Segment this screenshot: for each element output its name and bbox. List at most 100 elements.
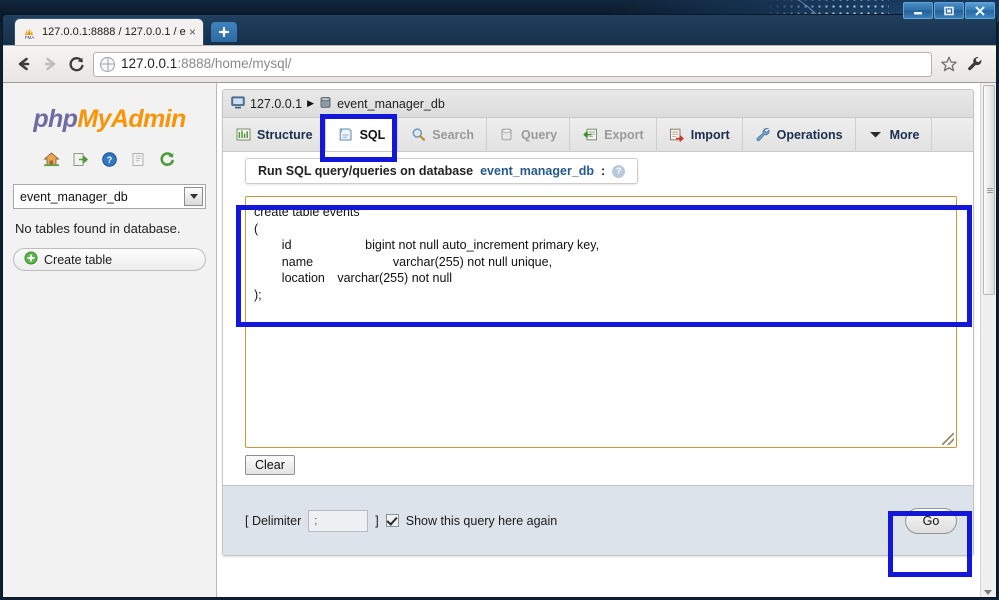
tabs-filler [932, 118, 973, 151]
phpmyadmin-favicon-icon: PMA [22, 25, 37, 40]
bookmark-button[interactable] [936, 51, 962, 77]
import-icon [669, 127, 685, 143]
reload-icon[interactable] [159, 150, 177, 168]
create-table-button[interactable]: Create table [13, 248, 206, 271]
page-scrollbar[interactable] [980, 83, 996, 597]
breadcrumb-server[interactable]: 127.0.0.1 [250, 97, 302, 111]
logo-php: php [33, 105, 78, 133]
search-icon [410, 127, 426, 143]
reload-icon [68, 56, 84, 71]
sql-textarea-wrap: create table events ( id bigint not null… [223, 192, 973, 448]
tab-query-label: Query [520, 127, 558, 142]
logo-admin: Admin [110, 105, 186, 133]
tab-more[interactable]: More [856, 118, 933, 151]
no-tables-message: No tables found in database. [15, 221, 181, 236]
close-button[interactable] [965, 2, 995, 19]
add-circle-icon [24, 251, 38, 268]
reload-button[interactable] [63, 51, 89, 77]
tab-sql[interactable]: SQL [325, 118, 399, 151]
browser-tab-close-icon[interactable]: × [186, 26, 199, 39]
tab-import[interactable]: Import [657, 118, 743, 151]
breadcrumb: 127.0.0.1 ▶ event_manager_db [223, 90, 973, 118]
query-footer-bar: [ Delimiter ] Show this query here again… [223, 485, 973, 555]
wrench-icon [968, 57, 982, 71]
sql-query-text: create table events ( id bigint not null… [254, 205, 600, 302]
browser-tabstrip: PMA 127.0.0.1:8888 / 127.0.0.1 / e × [3, 15, 996, 45]
show-query-label: Show this query here again [405, 513, 558, 528]
new-tab-button[interactable] [211, 22, 237, 42]
maximize-button[interactable] [934, 2, 964, 19]
clear-button-row: Clear [223, 448, 973, 485]
page-viewport: phpMyAdmin ? event_manager_db No tables … [3, 83, 996, 597]
database-icon [319, 96, 332, 112]
tab-more-label: More [889, 127, 920, 142]
chevron-down-icon [868, 127, 884, 143]
tab-operations[interactable]: Operations [743, 118, 856, 151]
documentation-icon[interactable] [130, 150, 148, 168]
operations-icon [755, 127, 771, 143]
tab-search-label: Search [432, 127, 474, 142]
run-query-header-prefix: Run SQL query/queries on database [258, 164, 474, 178]
tab-sql-label: SQL [359, 127, 386, 142]
back-button[interactable] [11, 51, 37, 77]
browser-window: PMA 127.0.0.1:8888 / 127.0.0.1 / e × 127… [2, 14, 997, 598]
forward-button[interactable] [37, 51, 63, 77]
desktop: PMA 127.0.0.1:8888 / 127.0.0.1 / e × 127… [0, 0, 999, 600]
minimize-button[interactable] [903, 2, 933, 19]
content-card: 127.0.0.1 ▶ event_manager_db Structure S… [222, 89, 974, 556]
phpmyadmin-sidebar: phpMyAdmin ? event_manager_db No tables … [3, 83, 217, 597]
help-icon[interactable]: ? [612, 164, 626, 178]
go-button-wrap: Go [905, 507, 957, 534]
chevron-down-icon[interactable] [184, 187, 203, 206]
tab-import-label: Import [690, 127, 730, 142]
svg-text:?: ? [107, 155, 113, 165]
tab-operations-label: Operations [776, 127, 843, 142]
delimiter-close-label: ] [375, 513, 379, 528]
breadcrumb-database[interactable]: event_manager_db [337, 97, 445, 111]
run-query-header-wrap: Run SQL query/queries on database event_… [223, 152, 973, 192]
home-icon[interactable] [43, 150, 61, 168]
tab-query[interactable]: Query [487, 118, 571, 151]
page-scrollbar-thumb[interactable] [983, 85, 995, 295]
sql-panel: Run SQL query/queries on database event_… [223, 152, 973, 555]
database-select[interactable]: event_manager_db [13, 184, 206, 209]
export-icon [582, 127, 598, 143]
forward-arrow-icon [44, 57, 56, 71]
plus-icon [218, 26, 230, 38]
tab-structure-label: Structure [257, 127, 313, 142]
scroll-down-arrow-icon[interactable] [984, 590, 992, 595]
maximize-icon [944, 6, 954, 15]
delimiter-open-label: [ Delimiter [245, 513, 302, 528]
tab-export[interactable]: Export [570, 118, 657, 151]
tab-structure[interactable]: Structure [223, 118, 326, 151]
back-arrow-icon [18, 57, 30, 71]
url-host: 127.0.0.1 [121, 56, 178, 71]
phpmyadmin-main: 127.0.0.1 ▶ event_manager_db Structure S… [217, 83, 996, 597]
sql-textarea[interactable]: create table events ( id bigint not null… [245, 196, 957, 448]
tab-search[interactable]: Search [398, 118, 487, 151]
phpmyadmin-tabs: Structure SQL Search Query Export Import… [223, 118, 973, 152]
help-icon[interactable]: ? [101, 150, 119, 168]
star-icon [941, 56, 957, 72]
textarea-resize-handle[interactable] [942, 433, 954, 445]
page-info-globe-icon [100, 56, 115, 72]
phpmyadmin-logo: phpMyAdmin [13, 105, 206, 134]
delimiter-input[interactable] [308, 509, 369, 532]
show-query-checkbox[interactable] [385, 514, 399, 527]
logout-icon[interactable] [72, 150, 90, 168]
run-query-header-db: event_manager_db [480, 164, 595, 178]
browser-tab[interactable]: PMA 127.0.0.1:8888 / 127.0.0.1 / e × [15, 19, 203, 45]
breadcrumb-separator-icon: ▶ [307, 98, 315, 108]
go-button[interactable]: Go [905, 507, 957, 534]
close-icon [975, 6, 985, 15]
browser-menu-button[interactable] [962, 51, 988, 77]
browser-navbar: 127.0.0.1:8888/home/mysql/ [3, 45, 996, 83]
address-bar[interactable]: 127.0.0.1:8888/home/mysql/ [93, 51, 932, 77]
clear-button[interactable]: Clear [245, 455, 295, 475]
url-path: :8888/home/mysql/ [177, 56, 292, 71]
create-table-label: Create table [44, 252, 113, 267]
tab-export-label: Export [604, 127, 644, 142]
svg-text:PMA: PMA [25, 35, 35, 40]
run-query-header-suffix: : [601, 164, 606, 178]
structure-icon [235, 127, 251, 143]
